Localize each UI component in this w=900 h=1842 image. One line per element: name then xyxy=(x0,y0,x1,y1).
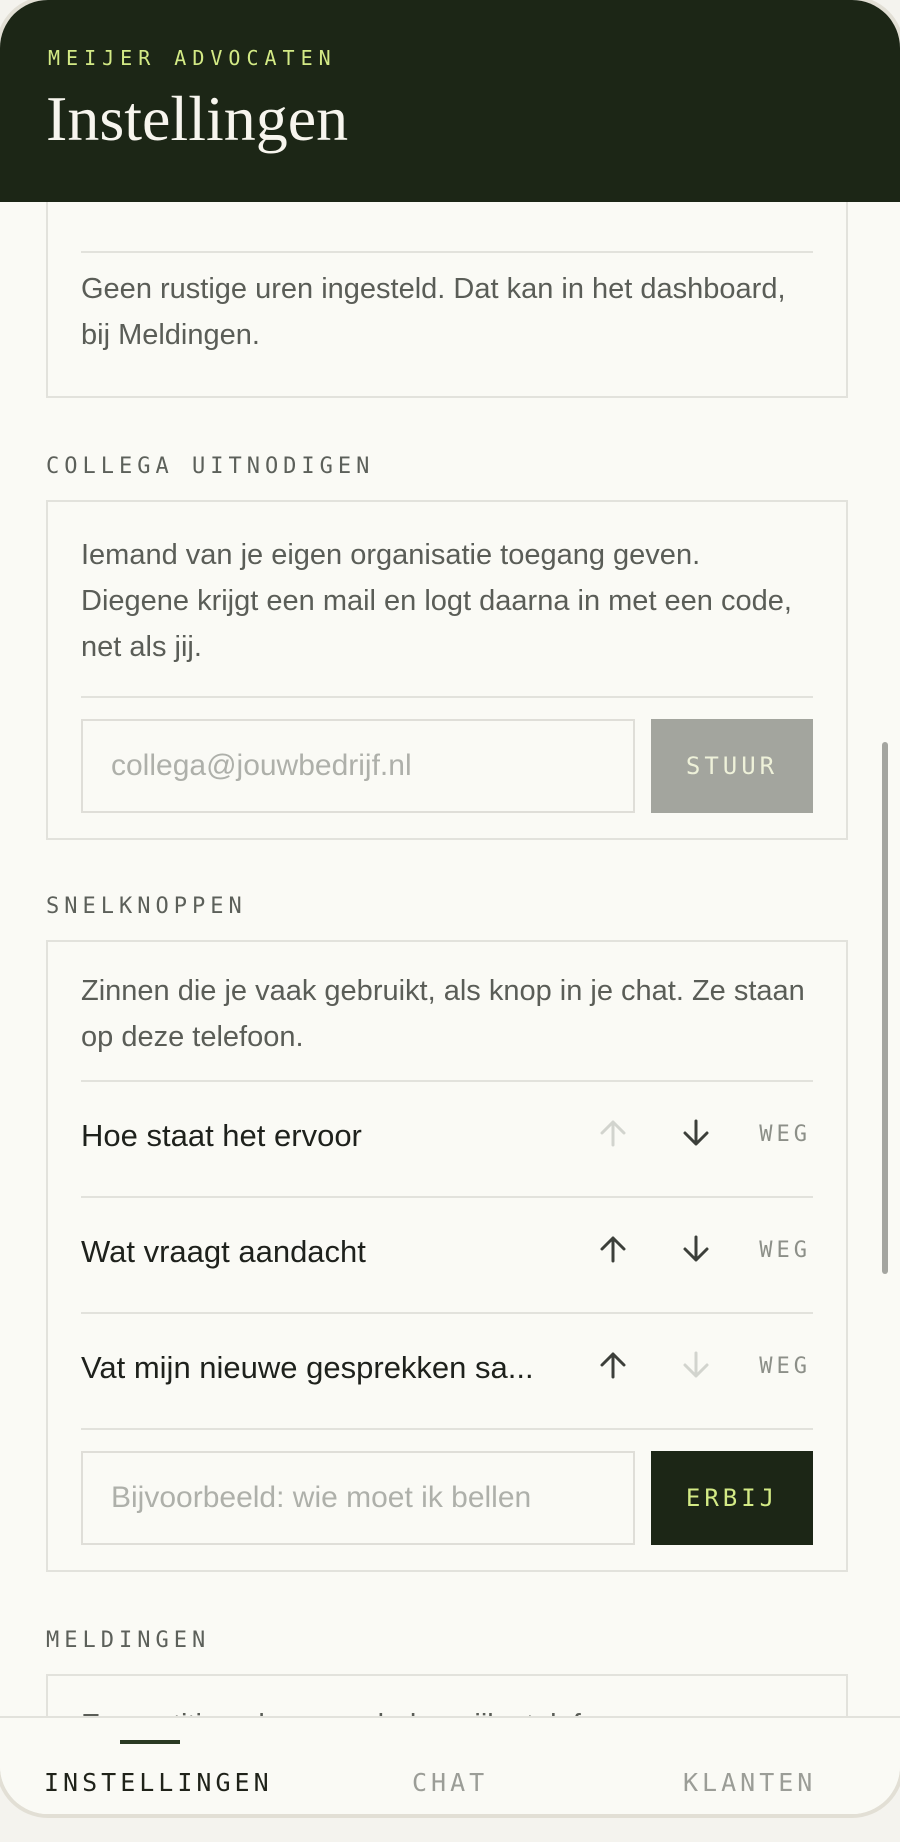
new-shortcut-input[interactable] xyxy=(81,1451,635,1545)
shortcut-row: Hoe staat het ervoor WEG xyxy=(81,1082,813,1196)
add-shortcut-button[interactable]: ERBIJ xyxy=(651,1451,813,1545)
tab-instellingen[interactable]: INSTELLINGEN xyxy=(44,1768,273,1797)
settings-content[interactable]: Geen rustige uren ingesteld. Dat kan in … xyxy=(0,202,900,1716)
remove-shortcut-button[interactable]: WEG xyxy=(759,1122,811,1147)
shortcut-label: Vat mijn nieuwe gesprekken sa... xyxy=(81,1350,534,1385)
page-title: Instellingen xyxy=(46,83,349,154)
move-down-icon xyxy=(676,1345,716,1385)
invite-card: Iemand van je eigen organisatie toegang … xyxy=(46,500,848,840)
notifications-description: Een notitie ook op een belangrijke telef… xyxy=(81,1702,813,1716)
send-invite-button[interactable]: STUUR xyxy=(651,719,813,813)
shortcuts-description: Zinnen die je vaak gebruikt, als knop in… xyxy=(81,975,805,1053)
move-up-icon[interactable] xyxy=(593,1229,633,1269)
divider xyxy=(81,1428,813,1430)
colleague-email-input[interactable] xyxy=(81,719,635,813)
move-up-icon xyxy=(593,1113,633,1153)
brand-name: MEIJER ADVOCATEN xyxy=(48,46,337,70)
divider xyxy=(81,696,813,698)
shortcut-row: Vat mijn nieuwe gesprekken sa... WEG xyxy=(81,1314,813,1428)
tab-chat[interactable]: CHAT xyxy=(412,1768,488,1797)
tab-klanten[interactable]: KLANTEN xyxy=(683,1768,816,1797)
notifications-card: Een notitie ook op een belangrijke telef… xyxy=(46,1674,848,1716)
scrollbar[interactable] xyxy=(882,742,888,1274)
shortcut-label: Hoe staat het ervoor xyxy=(81,1118,362,1153)
quiet-hours-text: Geen rustige uren ingesteld. Dat kan in … xyxy=(81,273,786,351)
divider xyxy=(81,251,813,253)
quiet-hours-card: Geen rustige uren ingesteld. Dat kan in … xyxy=(46,202,848,398)
shortcut-label: Wat vraagt aandacht xyxy=(81,1234,366,1269)
bottom-nav: INSTELLINGEN CHAT KLANTEN xyxy=(0,1716,900,1814)
shortcuts-card: Zinnen die je vaak gebruikt, als knop in… xyxy=(46,940,848,1572)
remove-shortcut-button[interactable]: WEG xyxy=(759,1238,811,1263)
shortcut-row: Wat vraagt aandacht WEG xyxy=(81,1198,813,1312)
remove-shortcut-button[interactable]: WEG xyxy=(759,1354,811,1379)
move-down-icon[interactable] xyxy=(676,1229,716,1269)
phone-screen: MEIJER ADVOCATEN Instellingen Geen rusti… xyxy=(0,0,900,1814)
invite-description: Iemand van je eigen organisatie toegang … xyxy=(81,539,792,663)
move-down-icon[interactable] xyxy=(676,1113,716,1153)
active-tab-indicator xyxy=(120,1740,180,1744)
invite-section-label: COLLEGA UITNODIGEN xyxy=(46,454,375,479)
app-header: MEIJER ADVOCATEN Instellingen xyxy=(0,0,900,202)
notifications-section-label: MELDINGEN xyxy=(46,1628,211,1653)
move-up-icon[interactable] xyxy=(593,1345,633,1385)
shortcuts-section-label: SNELKNOPPEN xyxy=(46,894,247,919)
